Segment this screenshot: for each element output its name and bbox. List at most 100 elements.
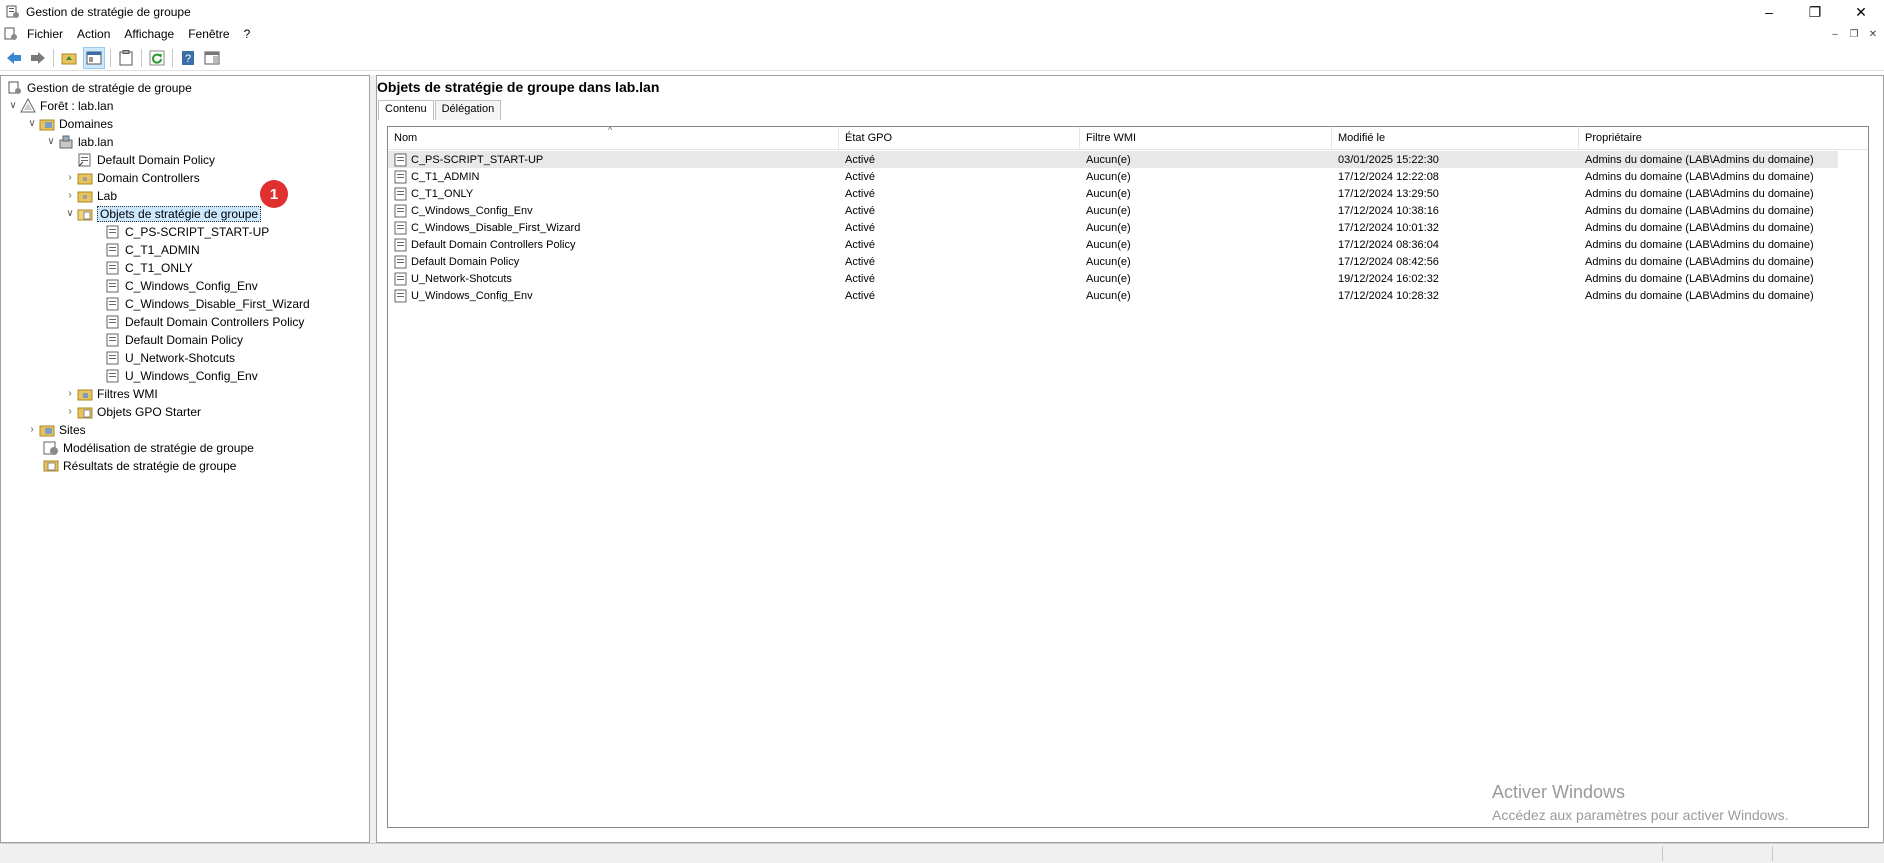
- tree-label: Domaines: [59, 116, 114, 131]
- tree-item-gp-modeling[interactable]: Modélisation de stratégie de groupe: [43, 439, 254, 456]
- cell-modified: 19/12/2024 16:02:32: [1338, 272, 1439, 285]
- cell-status: Activé: [845, 170, 875, 183]
- menu-affichage[interactable]: Affichage: [117, 27, 181, 41]
- tree-item-domain-controllers[interactable]: › Domain Controllers: [63, 169, 200, 186]
- title-bar: Gestion de stratégie de groupe: [0, 0, 1884, 24]
- gpo-icon: [394, 289, 407, 302]
- content-title: Objets de stratégie de groupe dans lab.l…: [377, 79, 660, 95]
- gpo-icon: [106, 351, 119, 364]
- tree-label: Sites: [59, 422, 86, 437]
- table-row[interactable]: C_PS-SCRIPT_START-UP Activé Aucun(e) 03/…: [388, 151, 1838, 168]
- collapsed-chevron-icon[interactable]: ›: [63, 387, 77, 401]
- help-icon: ?: [182, 50, 194, 65]
- gpo-icon: [106, 315, 119, 328]
- tree-item-gpo[interactable]: C_PS-SCRIPT_START-UP: [105, 223, 269, 240]
- expanded-chevron-icon[interactable]: ∨: [25, 117, 39, 131]
- system-menu-icon[interactable]: [4, 27, 18, 41]
- forward-button[interactable]: [28, 48, 48, 68]
- refresh-button[interactable]: [147, 48, 167, 68]
- tab-delegation[interactable]: Délégation: [434, 100, 502, 120]
- column-header-etat[interactable]: État GPO: [839, 127, 1080, 149]
- table-row[interactable]: C_T1_ONLY Activé Aucun(e) 17/12/2024 13:…: [388, 185, 1868, 202]
- collapsed-chevron-icon[interactable]: ›: [63, 405, 77, 419]
- table-row[interactable]: C_T1_ADMIN Activé Aucun(e) 17/12/2024 12…: [388, 168, 1868, 185]
- table-row[interactable]: Default Domain Controllers Policy Activé…: [388, 236, 1868, 253]
- tree-item-starter-gpos[interactable]: › Objets GPO Starter: [63, 403, 201, 420]
- tree-item-gpo[interactable]: C_Windows_Disable_First_Wizard: [105, 295, 310, 312]
- gpo-folder-icon: [77, 209, 93, 220]
- tree-item-forest[interactable]: ∨ Forêt : lab.lan: [6, 97, 113, 114]
- expanded-chevron-icon[interactable]: ∨: [6, 99, 20, 113]
- cell-status: Activé: [845, 255, 875, 268]
- tree-item-gpo[interactable]: C_T1_ADMIN: [105, 241, 200, 258]
- tree-item-sites[interactable]: › Sites: [25, 421, 86, 438]
- tree-item-gpo[interactable]: C_Windows_Config_Env: [105, 277, 258, 294]
- mdi-restore-button[interactable]: ❐: [1845, 26, 1863, 42]
- expanded-chevron-icon[interactable]: ∨: [63, 207, 77, 221]
- cell-name: C_T1_ADMIN: [411, 170, 480, 183]
- tree-item-gpo-container[interactable]: ∨ Objets de stratégie de groupe: [63, 205, 262, 222]
- tree-item-gpo[interactable]: U_Network-Shotcuts: [105, 349, 235, 366]
- back-button[interactable]: [4, 48, 24, 68]
- mdi-minimize-button[interactable]: –: [1826, 26, 1844, 42]
- column-label: État GPO: [845, 132, 893, 144]
- column-header-modifie[interactable]: Modifié le: [1332, 127, 1579, 149]
- wmi-folder-icon: [77, 389, 93, 400]
- folder-up-icon: [61, 53, 77, 64]
- cell-status: Activé: [845, 204, 875, 217]
- activation-watermark-text: Accédez aux paramètres pour activer Wind…: [1492, 807, 1789, 823]
- properties-pane-button[interactable]: [202, 48, 222, 68]
- tree-item-domains[interactable]: ∨ Domaines: [25, 115, 113, 132]
- pane-icon: [204, 51, 220, 64]
- menu-action[interactable]: Action: [70, 27, 117, 41]
- cell-name: U_Windows_Config_Env: [411, 289, 533, 302]
- up-level-button[interactable]: [59, 48, 79, 68]
- table-row[interactable]: Default Domain Policy Activé Aucun(e) 17…: [388, 253, 1868, 270]
- tree-item-domain-lab-lan[interactable]: ∨ lab.lan: [44, 133, 113, 150]
- export-list-button[interactable]: [116, 48, 136, 68]
- cell-name: Default Domain Policy: [411, 255, 520, 268]
- cell-owner: Admins du domaine (LAB\Admins du domaine…: [1585, 255, 1814, 268]
- tab-contenu[interactable]: Contenu: [378, 100, 434, 120]
- restore-button[interactable]: ❐: [1792, 0, 1838, 24]
- table-row[interactable]: C_Windows_Disable_First_Wizard Activé Au…: [388, 219, 1868, 236]
- tree-label: Modélisation de stratégie de groupe: [63, 440, 254, 455]
- minimize-button[interactable]: –: [1746, 0, 1792, 24]
- tree-item-gp-results[interactable]: Résultats de stratégie de groupe: [43, 457, 236, 474]
- tree-label: Objets de stratégie de groupe: [97, 205, 262, 222]
- expanded-chevron-icon[interactable]: ∨: [44, 135, 58, 149]
- help-button[interactable]: ?: [178, 48, 198, 68]
- column-header-filtre[interactable]: Filtre WMI: [1080, 127, 1332, 149]
- tree-item-default-domain-policy-link[interactable]: Default Domain Policy: [77, 151, 215, 168]
- close-button[interactable]: ✕: [1838, 0, 1884, 24]
- gpo-icon: [394, 153, 407, 166]
- console-tree[interactable]: Gestion de stratégie de groupe ∨ Forêt :…: [0, 75, 370, 843]
- collapsed-chevron-icon[interactable]: ›: [63, 171, 77, 185]
- tree-item-lab-ou[interactable]: › Lab: [63, 187, 117, 204]
- column-header-nom[interactable]: Nom ^: [388, 125, 839, 149]
- show-hide-tree-button[interactable]: [83, 46, 105, 69]
- table-row[interactable]: C_Windows_Config_Env Activé Aucun(e) 17/…: [388, 202, 1868, 219]
- tree-label: Résultats de stratégie de groupe: [63, 458, 237, 473]
- table-row[interactable]: U_Windows_Config_Env Activé Aucun(e) 17/…: [388, 287, 1868, 304]
- gpo-list[interactable]: Nom ^ État GPO Filtre WMI Modifié le Pro…: [387, 125, 1869, 828]
- tree-item-gpo[interactable]: U_Windows_Config_Env: [105, 367, 258, 384]
- sort-ascending-icon: ^: [608, 125, 613, 135]
- menu-help[interactable]: ?: [237, 27, 258, 41]
- back-arrow-icon: [7, 51, 21, 64]
- collapsed-chevron-icon[interactable]: ›: [25, 423, 39, 437]
- tree-item-gpmc-root[interactable]: Gestion de stratégie de groupe: [7, 79, 192, 96]
- tree-label: Domain Controllers: [97, 170, 200, 185]
- tree-item-gpo[interactable]: Default Domain Policy: [105, 331, 243, 348]
- menu-fichier[interactable]: Fichier: [20, 27, 70, 41]
- menu-fenetre[interactable]: Fenêtre: [181, 27, 236, 41]
- tree-item-gpo[interactable]: Default Domain Controllers Policy: [105, 313, 304, 330]
- mdi-close-button[interactable]: ✕: [1864, 26, 1882, 42]
- tree-item-gpo[interactable]: C_T1_ONLY: [105, 259, 193, 276]
- tree-label: U_Network-Shotcuts: [125, 350, 236, 365]
- table-row[interactable]: U_Network-Shotcuts Activé Aucun(e) 19/12…: [388, 270, 1868, 287]
- cell-owner: Admins du domaine (LAB\Admins du domaine…: [1585, 221, 1814, 234]
- collapsed-chevron-icon[interactable]: ›: [63, 189, 77, 203]
- tree-item-wmi-filters[interactable]: › Filtres WMI: [63, 385, 157, 402]
- column-header-proprietaire[interactable]: Propriétaire: [1579, 127, 1868, 149]
